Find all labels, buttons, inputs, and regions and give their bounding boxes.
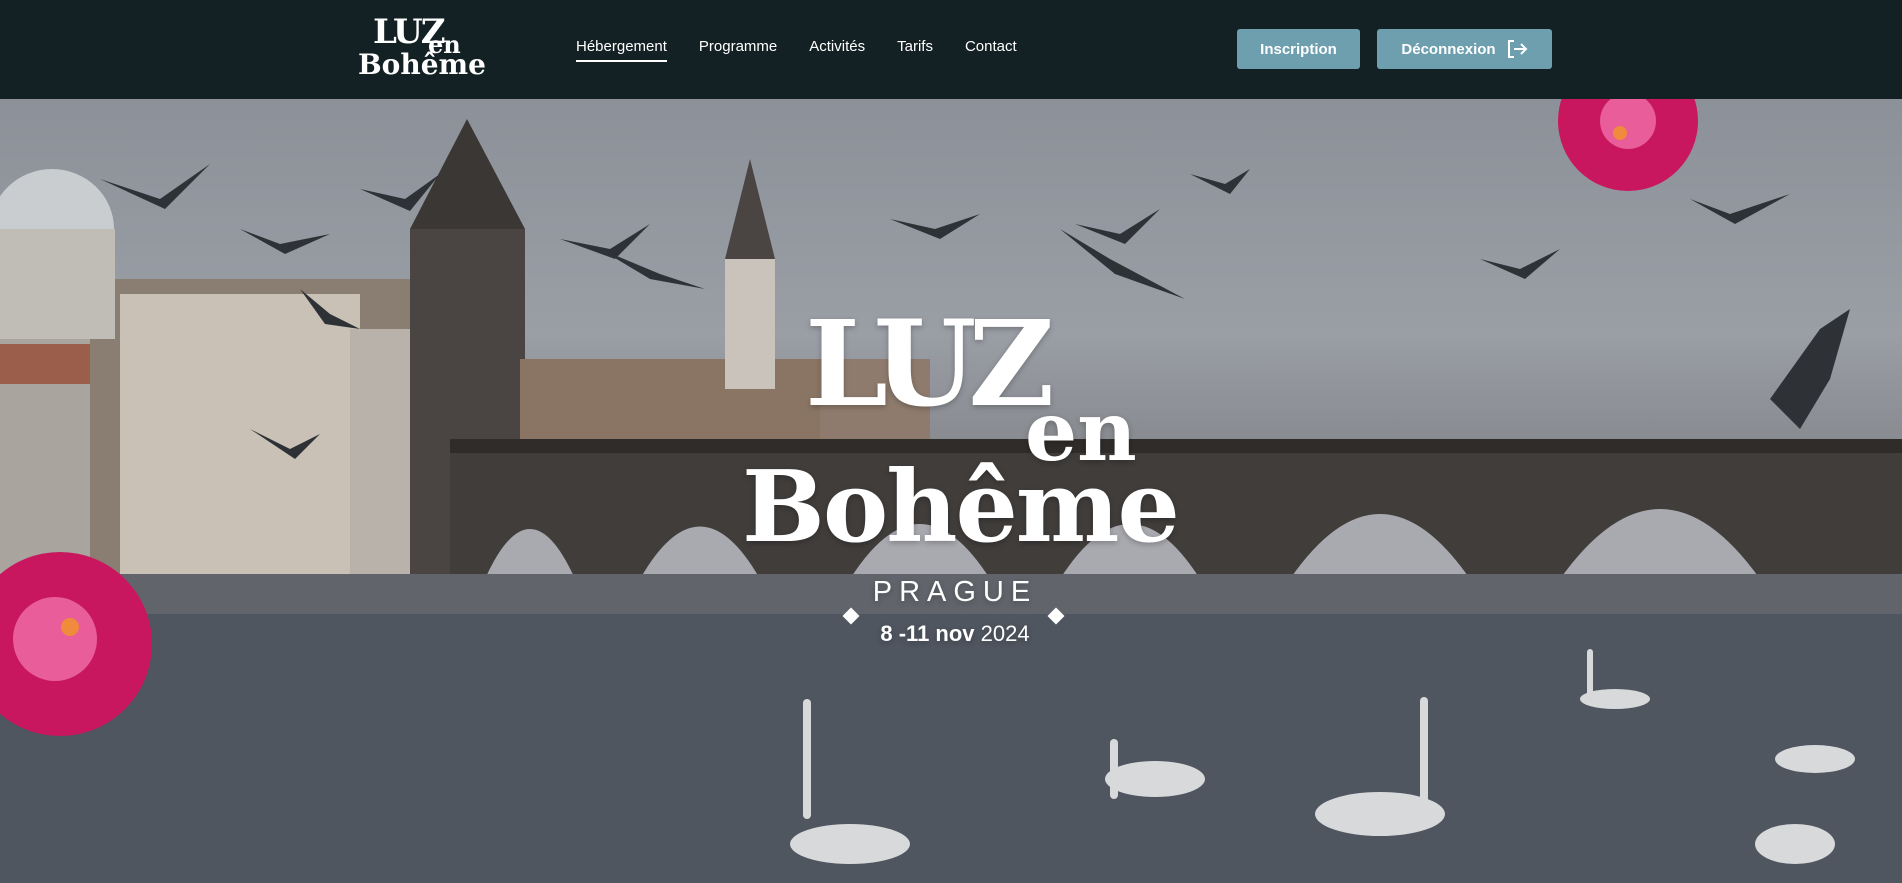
pink-flower-top-right [1558,99,1698,191]
main-nav: Hébergement Programme Activités Tarifs C… [576,38,1017,62]
site-header: LUZ en Bohême Hébergement Programme Acti… [0,0,1902,99]
event-city: PRAGUE [872,576,1038,608]
event-days: 8 -11 nov [880,621,975,646]
title-luz: LUZ [805,294,1055,433]
nav-contact[interactable]: Contact [965,38,1017,62]
title-boheme: Bohême [742,450,1180,565]
site-logo[interactable]: LUZ en Bohême [358,14,486,82]
hero-banner: LUZ en Bohême PRAGUE 8 -11 nov 2024 [0,99,1902,883]
logo-line-boheme: Bohême [358,48,486,81]
logout-button-label: Déconnexion [1401,40,1496,58]
logout-arrow-icon [1507,40,1528,58]
event-dates: 8 -11 nov 2024 [720,622,1190,646]
event-year: 2024 [980,621,1030,646]
signup-button[interactable]: Inscription [1237,29,1360,69]
nav-tarifs[interactable]: Tarifs [897,38,933,62]
nav-programme[interactable]: Programme [699,38,777,62]
nav-activites[interactable]: Activités [809,38,865,62]
signup-button-label: Inscription [1260,40,1337,58]
nav-hebergement[interactable]: Hébergement [576,38,667,62]
logout-button[interactable]: Déconnexion [1377,29,1552,69]
event-title-block: LUZ en Bohême PRAGUE 8 -11 nov 2024 [720,304,1190,664]
